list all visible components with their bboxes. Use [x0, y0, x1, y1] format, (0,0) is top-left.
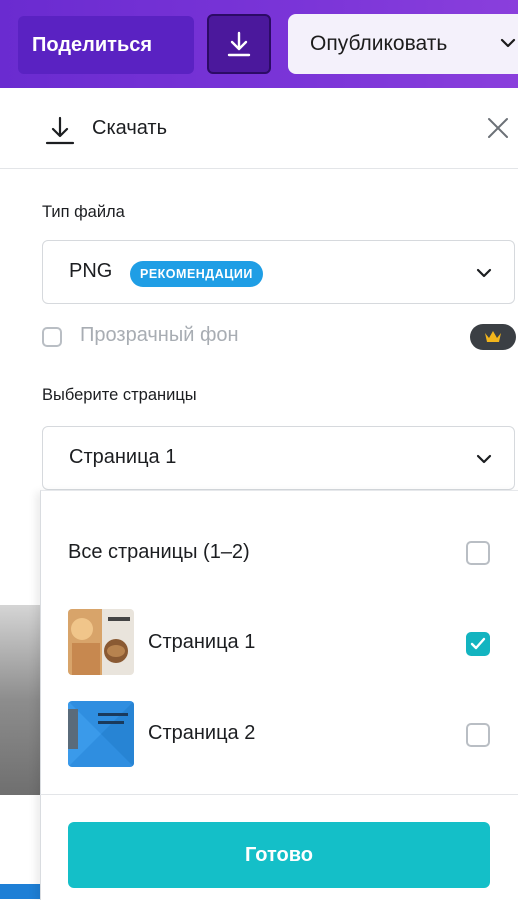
download-icon [45, 116, 75, 145]
close-icon[interactable] [486, 116, 510, 140]
publish-label: Опубликовать [310, 32, 448, 55]
chevron-down-icon [500, 38, 516, 48]
panel-title: Скачать [92, 117, 167, 139]
chevron-down-icon [476, 268, 492, 278]
page-2-checkbox[interactable] [466, 723, 490, 747]
download-icon [227, 31, 251, 57]
all-pages-checkbox[interactable] [466, 541, 490, 565]
pages-value: Страница 1 [69, 446, 177, 468]
transparent-bg-label: Прозрачный фон [80, 324, 239, 346]
pro-badge [470, 324, 516, 350]
transparent-bg-checkbox[interactable] [42, 327, 62, 347]
canvas-edge-strip [0, 884, 40, 899]
top-toolbar: Поделиться Опубликовать [0, 0, 518, 88]
chevron-down-icon [476, 454, 492, 464]
recommended-badge: РЕКОМЕНДАЦИИ [130, 261, 263, 287]
publish-button[interactable]: Опубликовать [288, 14, 518, 74]
pages-select[interactable]: Страница 1 [42, 426, 515, 490]
file-type-value: PNG [69, 260, 113, 282]
panel-header: Скачать [0, 88, 518, 169]
check-icon [470, 637, 486, 650]
page-2-thumbnail [68, 701, 134, 767]
crown-icon [485, 331, 501, 342]
page-1-thumbnail [68, 609, 134, 675]
file-type-label: Тип файла [42, 203, 125, 221]
dropdown-divider [40, 794, 518, 795]
file-type-select[interactable]: PNG [42, 240, 515, 304]
share-button[interactable]: Поделиться [18, 16, 194, 74]
download-button[interactable] [207, 14, 271, 74]
page-1-checkbox[interactable] [466, 632, 490, 656]
page-1-option[interactable]: Страница 1 [148, 631, 255, 654]
pages-label: Выберите страницы [42, 386, 197, 404]
all-pages-option[interactable]: Все страницы (1–2) [68, 541, 250, 564]
page-2-option[interactable]: Страница 2 [148, 722, 255, 745]
canvas-preview-edge [0, 605, 42, 795]
done-button[interactable]: Готово [68, 822, 490, 888]
